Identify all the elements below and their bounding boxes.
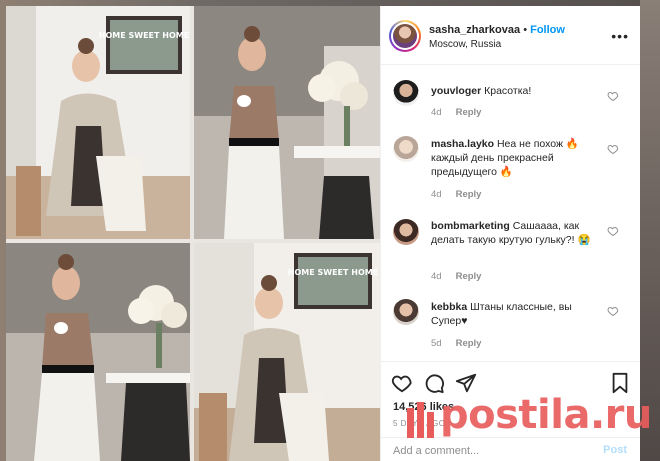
sign-text: HOME SWEET HOME	[99, 31, 189, 40]
comment-age: 4d	[431, 107, 442, 118]
reply-button[interactable]: Reply	[456, 271, 482, 282]
like-comment-icon[interactable]	[607, 305, 619, 317]
author-username[interactable]: sasha_zharkovaa	[429, 24, 520, 36]
comment-username[interactable]: bombmarketing	[431, 220, 510, 232]
comment-meta: 5d Reply	[431, 338, 495, 349]
follow-button[interactable]: Follow	[530, 24, 565, 36]
more-options-icon[interactable]: •••	[611, 28, 629, 44]
comment-username[interactable]: youvloger	[431, 85, 481, 97]
watermark-logo-icon	[407, 402, 434, 438]
comment-username[interactable]: masha.layko	[431, 138, 494, 150]
commenter-avatar[interactable]	[393, 136, 419, 162]
comment-bubble-icon[interactable]	[423, 372, 445, 394]
commenter-avatar[interactable]	[393, 299, 419, 325]
comment-body: Красотка!	[484, 85, 532, 97]
commenter-avatar[interactable]	[393, 80, 419, 106]
like-comment-icon[interactable]	[607, 90, 619, 102]
author-avatar[interactable]	[389, 20, 421, 52]
reply-button[interactable]: Reply	[456, 189, 482, 200]
author-line: sasha_zharkovaa • Follow	[429, 24, 565, 36]
separator-dot: •	[523, 24, 528, 36]
comment-text: kebbka Штаны классные, вы Супер♥	[431, 300, 611, 328]
post-location[interactable]: Moscow, Russia	[429, 39, 501, 50]
collage-photo-2	[194, 6, 380, 239]
post-header: sasha_zharkovaa • Follow Moscow, Russia …	[381, 6, 640, 65]
collage-photo-1: HOME SWEET HOME	[6, 6, 190, 239]
sign-text: HOME SWEET HOME	[288, 268, 378, 277]
comment-text: bombmarketing Сашаааа, как делать такую …	[431, 219, 611, 247]
share-paper-plane-icon[interactable]	[455, 372, 477, 394]
post-image-collage: HOME SWEET HOME HOME SWEET HOME	[6, 6, 380, 461]
comment-meta: 4d Reply	[431, 107, 495, 118]
comment-text: masha.layko Неа не похож 🔥 каждый день п…	[431, 137, 611, 179]
reply-button[interactable]: Reply	[456, 107, 482, 118]
comment-age: 4d	[431, 271, 442, 282]
comment-username[interactable]: kebbka	[431, 301, 467, 313]
comment-meta: 4d Reply	[431, 189, 495, 200]
collage-photo-3	[6, 243, 190, 461]
comment-age: 5d	[431, 338, 442, 349]
comments-list: youvloger Красотка! 4d Reply masha.layko …	[381, 64, 640, 359]
collage-photo-4: HOME SWEET HOME	[194, 243, 380, 461]
comment-meta: 4d Reply	[431, 271, 495, 282]
add-comment-input[interactable]	[391, 444, 585, 458]
comment-age: 4d	[431, 189, 442, 200]
like-heart-icon[interactable]	[391, 372, 413, 394]
save-bookmark-icon[interactable]	[609, 372, 631, 394]
reply-button[interactable]: Reply	[456, 338, 482, 349]
watermark-text: postila.ru	[440, 392, 652, 438]
like-comment-icon[interactable]	[607, 225, 619, 237]
post-comment-button[interactable]: Post	[603, 444, 627, 456]
commenter-avatar[interactable]	[393, 219, 419, 245]
like-comment-icon[interactable]	[607, 143, 619, 155]
comment-text: youvloger Красотка!	[431, 84, 611, 98]
